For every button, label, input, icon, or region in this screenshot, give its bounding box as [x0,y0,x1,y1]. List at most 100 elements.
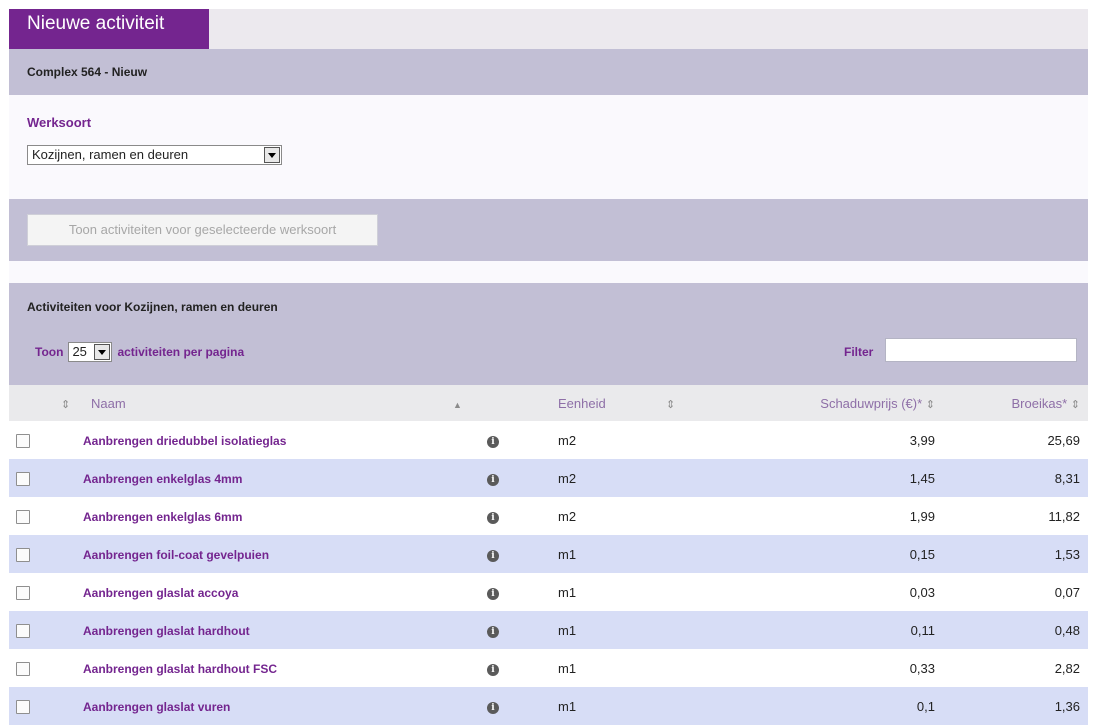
row-checkbox[interactable] [16,547,30,562]
info-icon[interactable]: i [487,664,499,676]
tab-nieuwe-activiteit[interactable]: Nieuwe activiteit [9,9,209,49]
row-checkbox-cell [9,497,83,535]
info-icon[interactable]: i [487,436,499,448]
row-schaduwprijs: 0,1 [720,687,943,725]
row-info: i [453,573,558,611]
row-naam: Aanbrengen enkelglas 4mm [83,459,453,497]
table-row[interactable]: Aanbrengen glaslat vuren i m1 0,1 1,36 [9,687,1088,725]
chevron-down-icon[interactable] [264,147,280,163]
page-size-control: Toon 25 activiteiten per pagina [35,342,244,362]
row-checkbox-cell [9,573,83,611]
column-header-naam[interactable]: Naam [83,385,453,421]
page-size-value: 25 [72,344,87,359]
activity-name-link[interactable]: Aanbrengen enkelglas 4mm [83,472,242,486]
sort-icon[interactable]: ⇕ [61,399,70,411]
row-schaduwprijs: 0,15 [720,535,943,573]
row-eenheid: m1 [558,660,577,676]
row-eenheid: m2 [558,432,577,448]
row-info: i [453,459,558,497]
row-eenheid: m1 [558,535,658,573]
werksoort-select[interactable]: Kozijnen, ramen en deuren [27,145,282,165]
row-spacer [658,421,720,459]
sort-ascending-icon[interactable]: ▲ [453,400,462,410]
filter-input[interactable] [885,338,1077,362]
row-checkbox[interactable] [16,471,30,486]
table-row[interactable]: Aanbrengen driedubbel isolatieglas i m2 3,9… [9,421,1088,459]
list-header: Activiteiten voor Kozijnen, ramen en deu… [9,283,1088,385]
row-spacer [658,497,720,535]
activity-name-link[interactable]: Aanbrengen glaslat hardhout FSC [83,662,277,676]
activity-name-link[interactable]: Aanbrengen glaslat hardhout [83,624,250,638]
row-spacer [658,573,720,611]
row-spacer [658,459,720,497]
row-checkbox[interactable] [16,509,30,524]
row-eenheid: m1 [558,611,658,649]
row-info: i [453,497,558,535]
row-broeikas: 11,82 [1048,508,1080,524]
sort-icon[interactable]: ⇕ [926,399,935,411]
button-band: Toon activiteiten voor geselecteerde wer… [9,199,1088,261]
column-header-eenheid[interactable]: Eenheid [558,385,658,421]
row-checkbox[interactable] [16,585,30,600]
show-activities-button[interactable]: Toon activiteiten voor geselecteerde wer… [27,214,378,246]
column-label-naam: Naam [91,395,126,411]
table-row[interactable]: Aanbrengen glaslat hardhout i m1 0,11 0,48 [9,611,1088,649]
row-info: i [453,611,558,649]
row-schaduwprijs: 0,33 [909,660,935,676]
sort-icon[interactable]: ⇕ [1071,399,1080,411]
sort-eenheid[interactable]: ⇕ [658,385,720,421]
page-size-select[interactable]: 25 [68,342,113,362]
column-header-schaduwprijs[interactable]: Schaduwprijs (€)* ⇕ [720,385,943,421]
info-icon[interactable]: i [487,588,499,600]
sort-asc-column[interactable]: ▲ [453,385,558,421]
table-row[interactable]: Aanbrengen enkelglas 4mm i m2 1,45 8,31 [9,459,1088,497]
info-icon[interactable]: i [487,512,499,524]
row-spacer [658,611,720,649]
per-page-label: activiteiten per pagina [117,345,245,359]
row-broeikas: 1,36 [943,687,1088,725]
sort-icon[interactable]: ⇕ [666,399,675,411]
row-checkbox[interactable] [16,433,30,448]
column-header-broeikas[interactable]: Broeikas* ⇕ [943,385,1088,421]
row-checkbox[interactable] [16,623,30,638]
activity-name-link[interactable]: Aanbrengen foil-coat gevelpuien [83,548,269,562]
row-checkbox-cell [9,535,83,573]
row-checkbox-cell [9,649,83,687]
row-spacer [658,535,720,573]
info-icon[interactable]: i [487,474,499,486]
row-spacer [658,687,720,725]
activity-name-link[interactable]: Aanbrengen glaslat accoya [83,586,238,600]
row-eenheid: m2 [558,459,658,497]
row-spacer [658,649,720,687]
werksoort-selected-value: Kozijnen, ramen en deuren [32,147,189,162]
table-row[interactable]: Aanbrengen glaslat accoya i m1 0,03 0,07 [9,573,1088,611]
list-title: Activiteiten voor Kozijnen, ramen en deu… [27,300,278,314]
row-eenheid: m1 [558,584,577,600]
table-row[interactable]: Aanbrengen glaslat hardhout FSC i m1 0,33 2,… [9,649,1088,687]
row-checkbox[interactable] [16,699,30,714]
info-icon[interactable]: i [487,626,499,638]
row-eenheid: m2 [558,508,577,524]
column-label-schaduwprijs: Schaduwprijs (€)* [820,395,923,411]
row-broeikas: 1,53 [943,535,1088,573]
row-schaduwprijs: 3,99 [909,432,935,448]
table-row[interactable]: Aanbrengen foil-coat gevelpuien i m1 0,15 1,… [9,535,1088,573]
info-icon[interactable]: i [487,550,499,562]
main-panel: Complex 564 - Nieuw Werksoort Kozijnen, … [9,49,1088,725]
column-label-broeikas: Broeikas* [1011,395,1068,411]
chevron-down-icon[interactable] [94,344,111,360]
toon-label: Toon [35,345,64,359]
row-checkbox-cell [9,459,83,497]
table-row[interactable]: Aanbrengen enkelglas 6mm i m2 1,99 11,82 [9,497,1088,535]
activity-name-link[interactable]: Aanbrengen driedubbel isolatieglas [83,434,286,448]
info-icon[interactable]: i [487,702,499,714]
row-naam: Aanbrengen foil-coat gevelpuien [83,535,453,573]
activities-table: ⇕ Naam ▲ Eenheid ⇕ Schaduwprijs (€)* ⇕ B… [9,385,1088,725]
select-all-column-header[interactable]: ⇕ [9,385,83,421]
row-info: i [453,687,558,725]
activity-name-link[interactable]: Aanbrengen glaslat vuren [83,700,230,714]
row-checkbox[interactable] [16,661,30,676]
table-header-row: ⇕ Naam ▲ Eenheid ⇕ Schaduwprijs (€)* ⇕ B… [9,385,1088,421]
activity-name-link[interactable]: Aanbrengen enkelglas 6mm [83,510,242,524]
row-schaduwprijs: 1,45 [720,459,943,497]
